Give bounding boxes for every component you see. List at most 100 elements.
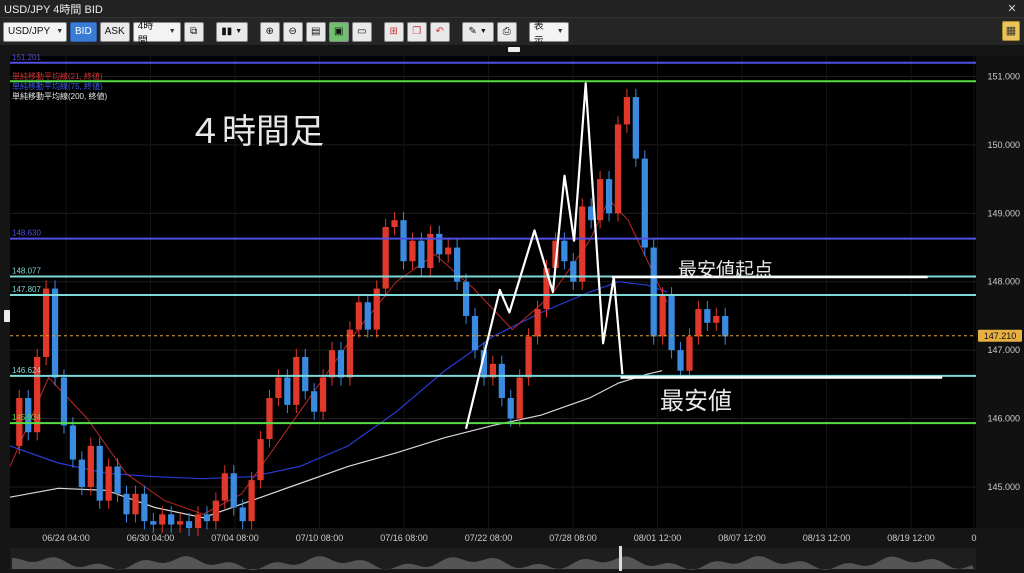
candle-body	[159, 514, 166, 525]
candle-body	[579, 206, 586, 282]
candle-body	[570, 261, 577, 282]
candle-body	[87, 445, 94, 487]
candle-body	[230, 473, 237, 508]
candle-body	[293, 356, 300, 405]
x-tick-label: 06/24 04:00	[42, 533, 90, 543]
navigator-handle[interactable]	[619, 546, 622, 571]
legend-sma-21: 単純移動平均線(21, 終値)	[12, 72, 103, 81]
x-tick-label: 07/10 08:00	[296, 533, 344, 543]
candle-body	[641, 158, 648, 248]
candle-body	[507, 398, 514, 419]
candle-body	[328, 350, 336, 378]
candle-body	[185, 521, 193, 528]
candle-body	[445, 247, 452, 255]
x-tick-label: 08/13 12:00	[803, 533, 851, 543]
candle-body	[96, 445, 103, 501]
candle-body	[284, 377, 291, 405]
candle-body	[498, 363, 505, 399]
candle-body	[319, 377, 327, 412]
timeframe-annotation: ４時間足	[188, 112, 324, 152]
candle-body	[391, 220, 398, 228]
candle-body	[141, 493, 148, 522]
candle-body	[221, 473, 228, 501]
candle-body	[596, 179, 604, 221]
x-tick-label: 08/19 12:00	[887, 533, 935, 543]
candle-body	[632, 97, 639, 159]
candle-body	[686, 336, 693, 371]
level-label: 148.077	[12, 266, 41, 275]
candle-body	[722, 315, 729, 337]
candle-body	[436, 233, 443, 255]
x-tick-label: 08/07 12:00	[718, 533, 766, 543]
plot-area	[10, 56, 976, 528]
candle-body	[123, 493, 130, 515]
candle-body	[132, 493, 139, 515]
candle-body	[409, 240, 416, 262]
candle-body	[78, 459, 85, 487]
lowest-start-annotation: 最安値起点	[678, 259, 774, 281]
x-tick-label: 07/16 08:00	[380, 533, 428, 543]
candle-body	[346, 329, 354, 378]
candle-body	[659, 295, 666, 337]
y-tick-label: 148.000	[987, 277, 1020, 287]
candle-body	[561, 240, 568, 262]
candle-body	[168, 514, 175, 525]
candle-body	[695, 309, 702, 337]
candle-body	[302, 356, 309, 392]
candle-body	[150, 521, 157, 525]
y-tick-label: 150.000	[987, 140, 1020, 150]
candle-body	[266, 398, 273, 440]
candle-body	[677, 350, 684, 371]
x-tick-label: 06/30 04:00	[127, 533, 175, 543]
candle-body	[257, 439, 264, 481]
level-label: 147.807	[12, 285, 41, 294]
candle-body	[364, 302, 371, 330]
level-label: 145.934	[12, 413, 41, 422]
candle-body	[668, 295, 675, 351]
legend-sma-200: 単純移動平均線(200, 終値)	[12, 92, 108, 101]
candle-body	[650, 247, 657, 337]
level-label: 151.201	[12, 53, 41, 62]
price-chart[interactable]: 151.201 148.630 148.077 147.807 146.624 145.9…	[0, 0, 1024, 573]
candle-body	[311, 391, 318, 412]
y-tick-label: 151.000	[987, 72, 1020, 82]
candle-body	[275, 377, 282, 399]
candle-body	[337, 350, 345, 378]
candle-body	[114, 466, 121, 494]
y-tick-label: 149.000	[987, 208, 1020, 218]
candle-body	[212, 500, 220, 522]
x-tick-label: 07/28 08:00	[549, 533, 597, 543]
candle-body	[525, 336, 532, 378]
candle-body	[355, 302, 362, 330]
current-price-label: 147.210	[984, 331, 1017, 341]
price-axis	[976, 56, 1024, 528]
x-tick-label: 07/22 08:00	[465, 533, 513, 543]
indicator-legend: 単純移動平均線(21, 終値) 単純移動平均線(75, 終値) 単純移動平均線(…	[12, 72, 107, 102]
y-tick-label: 145.000	[987, 482, 1020, 492]
candle-body	[623, 97, 631, 125]
candle-body	[248, 480, 255, 522]
candle-body	[60, 377, 68, 426]
candle-body	[42, 288, 50, 357]
candle-body	[516, 377, 523, 419]
x-tick-label: 0	[971, 533, 976, 543]
candle-body	[418, 240, 425, 269]
candle-body	[239, 507, 246, 522]
x-tick-label: 07/04 08:00	[211, 533, 259, 543]
candle-body	[713, 315, 720, 323]
candle-body	[534, 309, 541, 337]
candle-body	[203, 514, 211, 522]
candle-body	[471, 315, 479, 351]
candle-body	[614, 124, 622, 214]
candle-body	[704, 309, 711, 323]
legend-sma-75: 単純移動平均線(75, 終値)	[12, 82, 103, 91]
candle-body	[382, 227, 389, 289]
candle-body	[605, 179, 613, 214]
level-label: 148.630	[12, 229, 41, 238]
candle-body	[51, 288, 59, 378]
candle-body	[400, 220, 407, 262]
level-label: 146.624	[12, 366, 41, 375]
candle-body	[69, 425, 77, 460]
x-tick-label: 08/01 12:00	[634, 533, 682, 543]
x-axis-ticks: 06/24 04:00 06/30 04:00 07/04 08:00 07/10 0…	[42, 533, 976, 543]
